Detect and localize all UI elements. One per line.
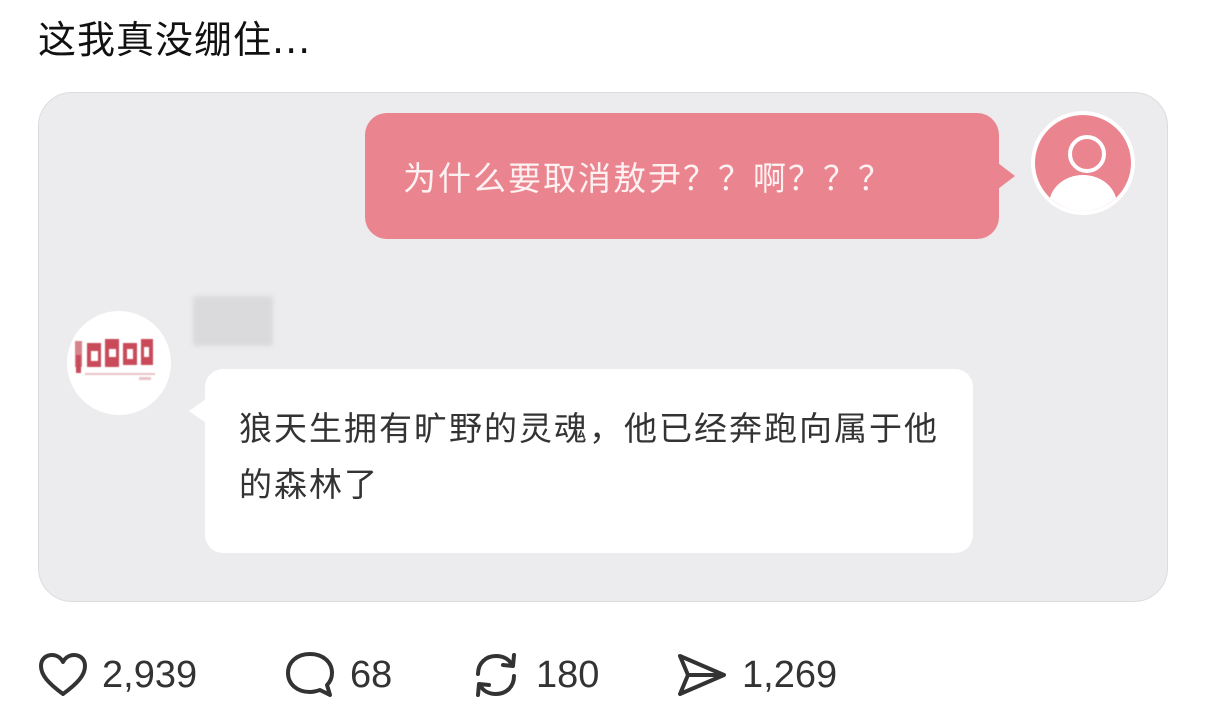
post-actions-bar: 2,939 68 180 1,269 (38, 646, 1168, 704)
share-button[interactable]: 1,269 (676, 646, 837, 704)
repost-count: 180 (536, 653, 600, 696)
post-text: 这我真没绷住... (38, 18, 312, 62)
incoming-message-bubble: 狼天生拥有旷野的灵魂，他已经奔跑向属于他的森林了 (189, 369, 973, 553)
blurred-sender-name (193, 296, 273, 346)
outgoing-message-text: 为什么要取消敖尹？？啊？？？ (403, 159, 893, 198)
comment-button[interactable]: 68 (284, 646, 392, 704)
share-count: 1,269 (742, 653, 838, 696)
user-silhouette-icon (1068, 135, 1106, 173)
repost-button[interactable]: 180 (470, 646, 599, 704)
repost-arrows-icon (476, 653, 516, 697)
bot-avatar (67, 311, 171, 415)
user-shoulders-shape (1049, 175, 1117, 211)
outgoing-message-bubble: 为什么要取消敖尹？？啊？？？ (365, 113, 1015, 239)
post-image[interactable]: 为什么要取消敖尹？？啊？？？ 狼天生拥有旷野的灵魂，他已经奔跑向属于他的森林了 (38, 92, 1168, 602)
bot-logo-icon (75, 339, 155, 380)
incoming-message-text: 狼天生拥有旷野的灵魂，他已经奔跑向属于他的森林了 (239, 409, 939, 504)
like-count: 2,939 (102, 653, 198, 696)
user-avatar (1031, 111, 1135, 215)
send-icon (678, 654, 726, 696)
comment-count: 68 (350, 653, 393, 696)
heart-icon (39, 653, 87, 696)
like-button[interactable]: 2,939 (38, 646, 197, 704)
comment-bubble-icon (286, 652, 334, 697)
